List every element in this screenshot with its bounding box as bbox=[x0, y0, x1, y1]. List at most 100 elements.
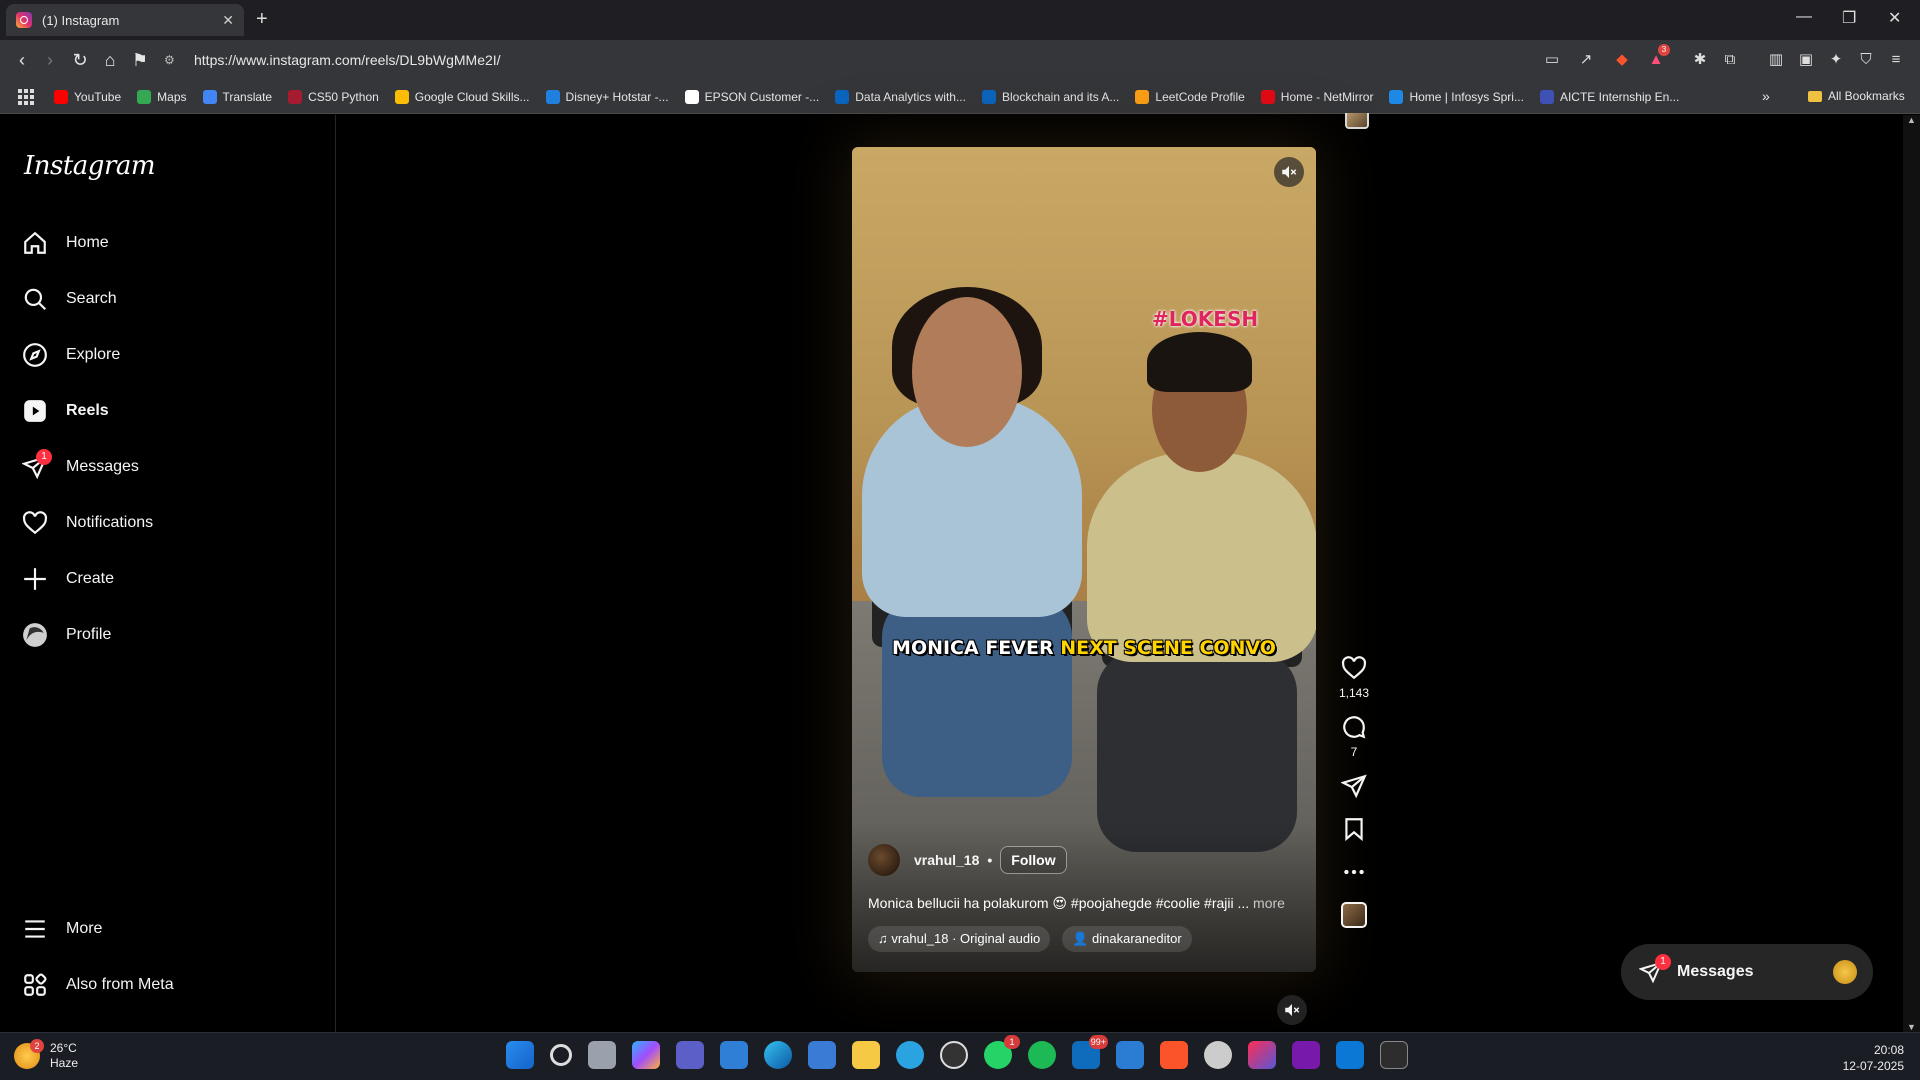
vscode-icon[interactable] bbox=[1336, 1041, 1364, 1069]
page-scrollbar[interactable]: ▲ ▼ bbox=[1903, 115, 1920, 1032]
all-bookmarks-folder[interactable]: All Bookmarks bbox=[1808, 89, 1905, 103]
bookmark-button[interactable]: ⚑ bbox=[128, 48, 152, 72]
wallet-icon[interactable]: ▣ bbox=[1796, 50, 1816, 70]
bookmark-item[interactable]: CS50 Python bbox=[288, 89, 379, 104]
bookmark-item[interactable]: Translate bbox=[202, 89, 272, 104]
bookmark-item[interactable]: Home - NetMirror bbox=[1260, 89, 1373, 104]
bookmark-item[interactable]: Maps bbox=[137, 89, 187, 104]
copilot-icon[interactable] bbox=[632, 1041, 660, 1069]
todo-icon[interactable] bbox=[1116, 1041, 1144, 1069]
sidebar-item-also-from-meta[interactable]: Also from Meta bbox=[22, 965, 174, 1005]
address-bar[interactable]: ⚙ https://www.instagram.com/reels/DL9bWg… bbox=[164, 46, 1524, 74]
vpn-icon[interactable]: ⛉ bbox=[1856, 50, 1876, 70]
media-player-icon[interactable] bbox=[940, 1041, 968, 1069]
sidebar-item-messages[interactable]: 1 Messages bbox=[22, 447, 139, 487]
share-button[interactable] bbox=[1334, 773, 1374, 802]
bookmark-item[interactable]: Disney+ Hotstar -... bbox=[545, 89, 669, 104]
file-explorer-icon[interactable] bbox=[852, 1041, 880, 1069]
previous-reel-thumbnail[interactable] bbox=[1345, 113, 1369, 129]
clock-app-icon[interactable] bbox=[1204, 1041, 1232, 1069]
back-button[interactable]: ‹ bbox=[10, 48, 34, 72]
minimize-window-button[interactable]: — bbox=[1796, 8, 1812, 26]
onenote-icon[interactable] bbox=[1292, 1041, 1320, 1069]
original-audio-pill[interactable]: ♫ vrahul_18 · Original audio bbox=[868, 926, 1051, 952]
mail-icon[interactable]: 99+ bbox=[1072, 1035, 1108, 1069]
comment-button[interactable]: 7 bbox=[1334, 714, 1374, 759]
bookmark-item[interactable]: EPSON Customer -... bbox=[684, 89, 819, 104]
whatsapp-icon[interactable]: 1 bbox=[984, 1035, 1020, 1069]
reel-description[interactable]: Monica bellucii ha polakurom 😍 #poojaheg… bbox=[868, 895, 1285, 912]
bookmark-item[interactable]: Home | Infosys Spri... bbox=[1389, 89, 1524, 104]
site-settings-icon[interactable]: ⚙ bbox=[164, 52, 180, 68]
share-icon[interactable]: ↗ bbox=[1576, 50, 1596, 70]
meta-apps-icon bbox=[24, 973, 47, 996]
extensions-icon[interactable]: ✱ bbox=[1690, 50, 1710, 70]
close-window-button[interactable]: ✕ bbox=[1888, 8, 1901, 28]
leo-ai-icon[interactable]: ✦ bbox=[1826, 50, 1846, 70]
close-tab-icon[interactable]: ✕ bbox=[222, 12, 234, 29]
mute-toggle-button-next[interactable] bbox=[1277, 995, 1307, 1025]
home-button[interactable]: ⌂ bbox=[98, 48, 122, 72]
sidebar-item-label: Reels bbox=[66, 402, 109, 419]
task-view-icon[interactable] bbox=[588, 1041, 616, 1069]
bookmark-item[interactable]: Blockchain and its A... bbox=[981, 89, 1119, 104]
sidebar-item-reels[interactable]: Reels bbox=[22, 391, 109, 431]
new-tab-button[interactable]: + bbox=[256, 8, 268, 31]
sidebar-item-notifications[interactable]: Notifications bbox=[22, 503, 153, 543]
home-icon bbox=[24, 231, 46, 254]
teams-icon[interactable] bbox=[676, 1041, 704, 1069]
restore-window-button[interactable]: ❐ bbox=[1842, 8, 1856, 28]
weather-widget[interactable]: 2 26°C Haze bbox=[14, 1039, 78, 1071]
messages-floating-button[interactable]: 1 Messages bbox=[1621, 944, 1873, 1000]
brave-rewards-icon[interactable]: ▲ 3 bbox=[1646, 44, 1670, 70]
reel-author-row: vrahul_18 • Follow bbox=[868, 844, 1067, 876]
sidebar-item-create[interactable]: Create bbox=[22, 559, 114, 599]
forward-button[interactable]: › bbox=[38, 48, 62, 72]
sidebar-toggle-icon[interactable]: ▥ bbox=[1766, 50, 1786, 70]
follow-button[interactable]: Follow bbox=[1000, 846, 1067, 874]
sidebar-item-home[interactable]: Home bbox=[22, 223, 109, 263]
scroll-down-arrow-icon[interactable]: ▼ bbox=[1907, 1022, 1916, 1032]
reel-video[interactable]: #LOKESH MONICA FEVER NEXT SCENE CONVO vr… bbox=[852, 147, 1316, 972]
more-options-button[interactable] bbox=[1334, 859, 1374, 888]
bookmark-item[interactable]: Data Analytics with... bbox=[835, 89, 966, 104]
widgets-icon[interactable] bbox=[720, 1041, 748, 1069]
mute-toggle-button[interactable] bbox=[1274, 157, 1304, 187]
terminal-icon[interactable] bbox=[1380, 1041, 1408, 1069]
audio-thumbnail[interactable] bbox=[1341, 902, 1367, 928]
like-button[interactable]: 1,143 bbox=[1334, 655, 1374, 700]
bookmark-item[interactable]: AICTE Internship En... bbox=[1539, 89, 1679, 104]
spotify-icon[interactable] bbox=[1028, 1041, 1056, 1069]
telegram-icon[interactable] bbox=[896, 1041, 924, 1069]
cast-icon[interactable]: ▭ bbox=[1542, 50, 1562, 70]
sidebar-item-search[interactable]: Search bbox=[22, 279, 117, 319]
arc-icon[interactable] bbox=[1248, 1041, 1276, 1069]
author-avatar[interactable] bbox=[868, 844, 900, 876]
bookmark-item[interactable]: LeetCode Profile bbox=[1135, 89, 1245, 104]
more-bookmarks-icon[interactable]: » bbox=[1762, 88, 1770, 104]
sidebar-item-profile[interactable]: Profile bbox=[22, 615, 111, 655]
author-username[interactable]: vrahul_18 bbox=[914, 852, 979, 868]
overlay-caption-white: MONICA FEVER bbox=[892, 637, 1054, 659]
brave-shields-icon[interactable]: ◆ bbox=[1612, 50, 1632, 70]
reload-button[interactable]: ↻ bbox=[68, 48, 92, 72]
menu-icon[interactable]: ≡ bbox=[1886, 50, 1906, 70]
scroll-up-arrow-icon[interactable]: ▲ bbox=[1907, 115, 1916, 125]
bookmark-item[interactable]: Google Cloud Skills... bbox=[394, 89, 530, 104]
sidebar-item-explore[interactable]: Explore bbox=[22, 335, 120, 375]
instagram-logo[interactable]: Instagram bbox=[24, 151, 156, 181]
browser-tab-instagram[interactable]: (1) Instagram ✕ bbox=[6, 4, 244, 36]
windows-start-icon[interactable] bbox=[506, 1041, 534, 1069]
tagged-user-pill[interactable]: 👤 dinakaraneditor bbox=[1062, 926, 1192, 952]
microsoft-store-icon[interactable] bbox=[808, 1041, 836, 1069]
reel-description-more-link[interactable]: more bbox=[1253, 895, 1285, 911]
screenshot-icon[interactable]: ⧉ bbox=[1720, 50, 1740, 70]
search-icon[interactable] bbox=[550, 1044, 572, 1066]
edge-icon[interactable] bbox=[764, 1041, 792, 1069]
brave-browser-icon[interactable] bbox=[1160, 1041, 1188, 1069]
system-clock[interactable]: 20:08 12-07-2025 bbox=[1843, 1042, 1904, 1074]
sidebar-item-more[interactable]: More bbox=[22, 909, 102, 949]
bookmark-item[interactable]: YouTube bbox=[54, 89, 121, 104]
save-button[interactable] bbox=[1334, 816, 1374, 845]
apps-grid-icon[interactable] bbox=[18, 88, 34, 105]
